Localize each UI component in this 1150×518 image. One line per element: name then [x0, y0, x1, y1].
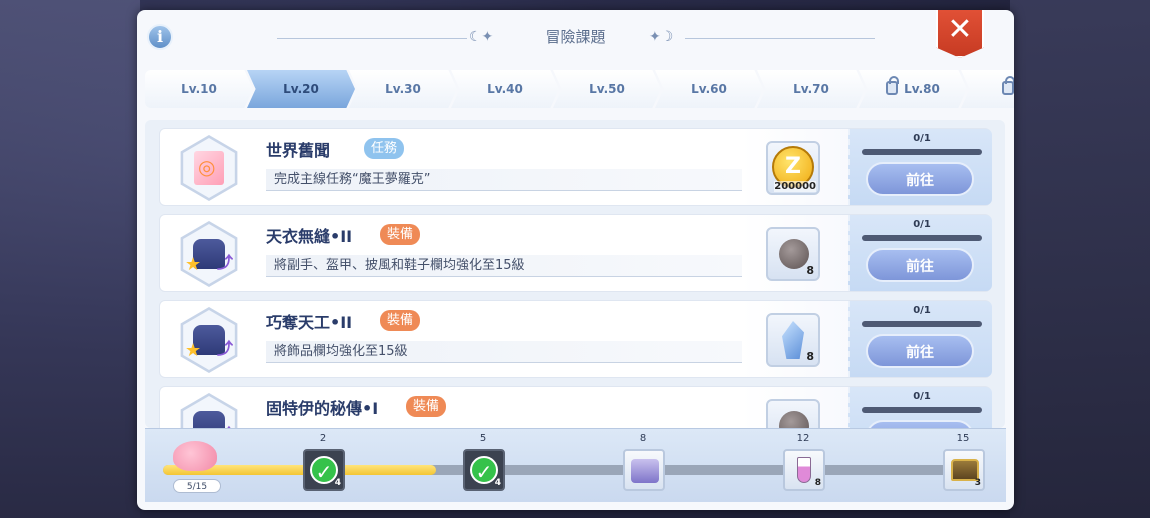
tab-label: Lv.40 [487, 82, 523, 96]
ore-icon [779, 411, 809, 428]
go-button[interactable]: 前往 [866, 162, 974, 196]
tab-label: Lv.10 [181, 82, 217, 96]
quest-progress-text: 0/1 [913, 305, 931, 316]
milestone-quantity: 4 [334, 478, 341, 488]
quest-icon-frame [180, 135, 238, 201]
quest-action-area: 0/1 前往 [848, 129, 992, 205]
quest-progress-bar [862, 235, 982, 241]
milestone-number: 12 [796, 433, 810, 444]
tab-lv20[interactable]: Lv.20 [247, 70, 355, 108]
tab-label: Lv.80 [904, 82, 940, 96]
tab-lv60[interactable]: Lv.60 [655, 70, 763, 108]
quest-progress-bar [862, 149, 982, 155]
quest-action-area: 0/1 前往 [848, 387, 992, 428]
milestone-node[interactable]: 8 [783, 449, 825, 491]
tab-lv70[interactable]: Lv.70 [757, 70, 865, 108]
reward-quantity: 8 [806, 350, 814, 363]
reward-quantity: 8 [806, 264, 814, 277]
moon-ornament-right-icon: ✦☽ [649, 29, 674, 45]
quest-icon-frame: ★⤴ [180, 307, 238, 373]
level-tabs: Lv.10 Lv.20 Lv.30 Lv.40 Lv.50 Lv.60 Lv.7… [145, 70, 1014, 108]
tab-label: Lv.70 [793, 82, 829, 96]
quest-action-area: 0/1 前往 [848, 301, 992, 377]
quest-row: 世界舊聞 任務 完成主線任務“魔王夢羅克” Z 200000 0/1 前往 [159, 128, 992, 206]
quest-icon-frame: ★⤴ [180, 393, 238, 428]
armor-upgrade-icon: ★⤴ [185, 325, 233, 361]
adventure-panel: i ☾✦ 冒險課題 ✦☽ ✕ Lv.10 Lv.20 Lv.30 Lv.40 L… [137, 10, 1014, 510]
tab-lv10[interactable]: Lv.10 [145, 70, 253, 108]
armor-upgrade-icon: ★⤴ [185, 239, 233, 275]
tab-lv40[interactable]: Lv.40 [451, 70, 559, 108]
quest-progress-text: 0/1 [913, 391, 931, 402]
quest-description: 將飾品欄均強化至15級 [266, 341, 742, 363]
quest-action-area: 0/1 前往 [848, 215, 992, 291]
milestone-node[interactable] [623, 449, 665, 491]
quest-progress-bar [862, 321, 982, 327]
quest-tag: 裝備 [380, 224, 421, 245]
milestone-number: 2 [319, 433, 327, 444]
lock-icon [1002, 76, 1014, 95]
milestone-quantity: 4 [494, 478, 501, 488]
page-title: 冒險課題 [545, 28, 606, 46]
milestone-quantity: 8 [814, 478, 821, 488]
tab-label: Lv.30 [385, 82, 421, 96]
milestone-number: 15 [956, 433, 970, 444]
reward-slot[interactable]: 8 [766, 227, 820, 281]
milestone-number: 8 [639, 433, 647, 444]
shoes-icon [631, 459, 659, 483]
quest-row: ★⤴ 固特伊的秘傳•I 裝備 0/1 前往 [159, 386, 992, 428]
tab-lv50[interactable]: Lv.50 [553, 70, 661, 108]
quest-name: 固特伊的秘傳•I [266, 399, 379, 418]
quest-progress-bar [862, 407, 982, 413]
milestone-strip: 5/15 2 ✓ 4 5 ✓ 4 8 12 8 15 3 [145, 428, 1006, 502]
go-button[interactable]: 前往 [866, 248, 974, 282]
milestone-node[interactable]: ✓ 4 [303, 449, 345, 491]
reward-quantity: 200000 [774, 181, 816, 192]
title-divider-right [685, 38, 875, 39]
quest-name: 巧奪天工•II [266, 313, 353, 332]
go-button[interactable]: 前往 [866, 334, 974, 368]
quest-name: 天衣無縫•II [266, 227, 353, 246]
reward-slot[interactable] [766, 399, 820, 428]
quest-name: 世界舊聞 [266, 141, 331, 160]
tab-label: Lv.20 [283, 82, 319, 96]
tab-label: Lv.60 [691, 82, 727, 96]
quest-tag: 裝備 [406, 396, 447, 417]
quest-description: 完成主線任務“魔王夢羅克” [266, 169, 742, 191]
background-right [1010, 0, 1150, 518]
milestone-number: 5 [479, 433, 487, 444]
quest-description: 將副手、盔甲、披風和鞋子欄均強化至15級 [266, 255, 742, 277]
armor-upgrade-icon: ★⤴ [185, 411, 233, 428]
quest-progress-text: 0/1 [913, 219, 931, 230]
tab-lv90[interactable]: L [961, 70, 1014, 108]
poring-mascot-icon [173, 441, 217, 471]
milestone-node[interactable]: 3 [943, 449, 985, 491]
milestone-count: 5/15 [173, 479, 221, 493]
quest-tag: 裝備 [380, 310, 421, 331]
tab-lv80[interactable]: Lv.80 [859, 70, 967, 108]
quest-progress-text: 0/1 [913, 133, 931, 144]
potion-icon [797, 457, 811, 483]
quest-row: ★ ⤴ 天衣無縫•II 裝備 將副手、盔甲、披風和鞋子欄均強化至15級 8 0/1… [159, 214, 992, 292]
tab-lv30[interactable]: Lv.30 [349, 70, 457, 108]
quest-row: ★ ⤴ 巧奪天工•II 裝備 將飾品欄均強化至15級 8 0/1 前往 [159, 300, 992, 378]
title-bar: ☾✦ 冒險課題 ✦☽ [137, 24, 1014, 54]
go-button[interactable]: 前往 [866, 420, 974, 428]
crystal-icon [782, 321, 804, 359]
quest-list[interactable]: 世界舊聞 任務 完成主線任務“魔王夢羅克” Z 200000 0/1 前往 ★⤴… [145, 120, 1005, 428]
reward-slot[interactable]: Z 200000 [766, 141, 820, 195]
reward-slot[interactable]: 8 [766, 313, 820, 367]
tab-label: Lv.50 [589, 82, 625, 96]
quest-tag: 任務 [364, 138, 405, 159]
quest-icon-frame: ★⤴ [180, 221, 238, 287]
background-left [0, 0, 140, 518]
milestone-quantity: 3 [974, 478, 981, 488]
lock-icon [886, 76, 900, 95]
milestone-node[interactable]: ✓ 4 [463, 449, 505, 491]
scroll-book-icon [194, 151, 224, 185]
ore-icon [779, 239, 809, 269]
